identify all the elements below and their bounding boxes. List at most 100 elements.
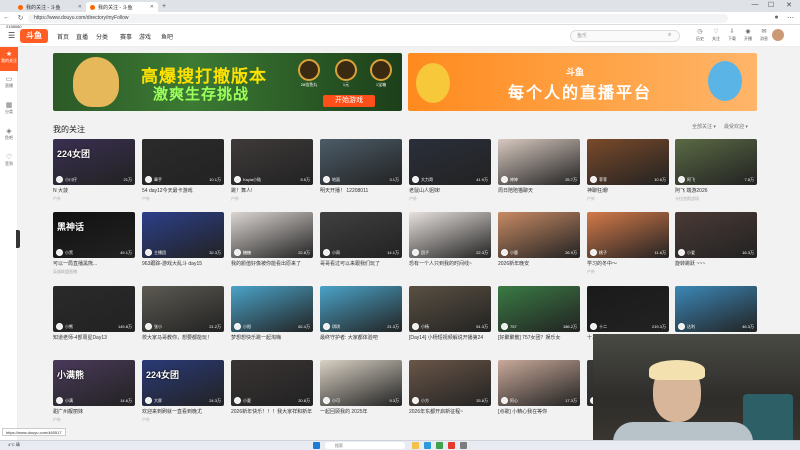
stream-title[interactable]: 旋转跳跃 ~~~ — [675, 260, 757, 267]
stream-category-tag[interactable]: 户外 — [587, 196, 595, 202]
stream-title[interactable]: 校大家马哥教你，想要都能玩！ — [142, 334, 224, 341]
stream-card[interactable]: 757 186.2万 [好聚聚散] 757女团？娱乐女 — [498, 286, 580, 352]
stream-title[interactable]: 恐有一个人只到我的时间线~ — [409, 260, 491, 267]
stream-card[interactable]: 小杨 51.3万 [Day14] 小杨短视频解说开播第24 — [409, 286, 491, 352]
stream-card[interactable]: 小夏 20.8万 2026新年快乐！！！我大家祥和新年 — [231, 360, 313, 426]
nav-category[interactable]: 分类 — [96, 32, 108, 41]
filter-dropdown[interactable]: 全部关注 ▾ — [692, 123, 716, 130]
stream-thumbnail[interactable]: 小雨 14.1万 — [320, 212, 402, 258]
stream-category-tag[interactable]: 户外 — [587, 269, 595, 275]
stream-title[interactable]: 神聊狂潮! — [587, 187, 669, 194]
stream-title[interactable]: 2026新年晚安 — [498, 260, 580, 267]
stream-thumbnail[interactable]: 757 186.2万 — [498, 286, 580, 332]
tab-close-icon[interactable]: ✕ — [150, 4, 154, 10]
stream-thumbnail[interactable]: 小熊 149.8万 — [53, 286, 135, 332]
weather-widget[interactable]: 4°C 晴 — [8, 442, 20, 448]
stream-thumbnail[interactable]: 小方 33.8万 — [409, 360, 491, 406]
start-game-button[interactable]: 开始游戏 — [323, 95, 375, 107]
edge-icon[interactable] — [424, 442, 431, 449]
stream-category-tag[interactable]: 户外 — [142, 417, 150, 423]
stream-title[interactable]: 知道老师-4部周星Day13 — [53, 334, 135, 341]
stream-category-tag[interactable]: 户外 — [142, 196, 150, 202]
new-tab-button[interactable]: + — [162, 3, 166, 10]
stream-title[interactable]: 2026新年快乐！！！我大家祥和新年 — [231, 408, 313, 415]
stream-thumbnail[interactable]: 琪琪 21.3万 — [320, 286, 402, 332]
stream-card[interactable]: 224女团 小川仔 21万 N 大菠 户外 — [53, 139, 135, 205]
stream-title[interactable]: 最终守护者: 大家都体验吧 — [320, 334, 402, 341]
platform-banner[interactable]: 斗鱼 每个人的直播平台 — [408, 53, 757, 111]
douyu-logo[interactable]: 斗鱼 — [20, 29, 48, 43]
stream-title[interactable]: 可以一局直播黑熊... — [53, 260, 135, 267]
stream-card[interactable]: 糖糖 22.8万 我的颜值好像被你能看出原来了 — [231, 212, 313, 278]
sidebar-item-category[interactable]: ▦ 分类 — [0, 101, 18, 115]
start-stream-button[interactable]: ◉ 开播 — [740, 28, 756, 42]
url-field[interactable]: https://www.douyu.com/directory/myFollow — [28, 14, 728, 23]
stream-card[interactable]: 224女团 大胖 24.3万 欢迎来到刷就一直看到晚尤 户外 — [142, 360, 224, 426]
stream-title[interactable]: 学习的冬中～ — [587, 260, 669, 267]
stream-thumbnail[interactable]: 主播团 32.3万 — [142, 212, 224, 258]
sidebar-item-live[interactable]: ▭ 直播 — [0, 75, 18, 89]
stream-card[interactable]: Kayla小陆 5.5万 跳！舞人! 户外 — [231, 139, 313, 205]
stream-card[interactable]: 主播团 32.3万 963跟踪-游戏大乱斗 day15 — [142, 212, 224, 278]
minimize-button[interactable]: — — [748, 1, 762, 8]
stream-card[interactable]: 小满熊 小满 14.6万 甜广州靓丽妹 户外 — [53, 360, 135, 426]
stream-title[interactable]: 周日陪陪猫聊天 — [498, 187, 580, 194]
stream-thumbnail[interactable]: 地面 3.1万 — [320, 139, 402, 185]
close-window-button[interactable]: ✕ — [782, 1, 796, 9]
stream-card[interactable]: 琪琪 21.3万最终守护者: 大家都体验吧 — [320, 286, 402, 352]
stream-category-tag[interactable]: 户外 — [409, 196, 417, 202]
sidebar-item-yuba[interactable]: ◈ 鱼吧 — [0, 127, 18, 141]
stream-category-tag[interactable]: 户外 — [53, 417, 61, 423]
stream-title[interactable]: N 大菠 — [53, 187, 135, 194]
stream-card[interactable]: 小方 33.8万 2026年东都开启新征程~ — [409, 360, 491, 426]
profile-icon[interactable]: ● — [772, 14, 781, 21]
stream-card[interactable]: 婷婷 25.7万周日陪陪猫聊天 — [498, 139, 580, 205]
maximize-button[interactable]: ☐ — [764, 1, 778, 9]
user-avatar[interactable] — [772, 29, 784, 41]
message-button[interactable]: ✉ 消息 — [756, 28, 772, 42]
stream-title[interactable]: 963跟踪-游戏大乱斗 day15 — [142, 260, 224, 267]
stream-card[interactable]: 黑神话 小黑 49.1万 可以一局直播黑熊... 英雄联盟直播 — [53, 212, 135, 278]
sort-dropdown[interactable]: 最受欢迎 ▾ — [724, 123, 748, 130]
stream-thumbnail[interactable]: 小爱 16.3万 — [675, 212, 757, 258]
folder-icon[interactable] — [412, 442, 419, 449]
settings-icon[interactable] — [460, 442, 467, 449]
stream-title[interactable]: 一起回顾我的 2025年 — [320, 408, 402, 415]
wps-icon[interactable] — [448, 442, 455, 449]
stream-card[interactable]: 阿心 17.3万 [点歌] 小精心我在等你 — [498, 360, 580, 426]
stream-title[interactable]: 哥哥看过可以来跟我们玩了 — [320, 260, 402, 267]
stream-thumbnail[interactable]: Kayla小陆 5.5万 — [231, 139, 313, 185]
stream-thumbnail[interactable]: 小杨 51.3万 — [409, 286, 491, 332]
stream-category-tag[interactable]: 英雄联盟直播 — [53, 269, 77, 275]
nav-live[interactable]: 直播 — [76, 32, 88, 41]
stream-thumbnail[interactable]: 章手 10.1万 — [142, 139, 224, 185]
stream-card[interactable]: 桃子 11.6万学习的冬中～ 户外 — [587, 212, 669, 278]
nav-yuba[interactable]: 鱼吧 — [161, 32, 173, 41]
sidebar-item-checkin[interactable]: ♡ 签到 — [0, 153, 18, 167]
stream-thumbnail[interactable]: 小夏 20.8万 — [231, 360, 313, 406]
stream-thumbnail[interactable]: 224女团 大胖 24.3万 — [142, 360, 224, 406]
stream-thumbnail[interactable]: 婷婷 25.7万 — [498, 139, 580, 185]
stream-title[interactable]: 跳！舞人! — [231, 187, 313, 194]
stream-card[interactable]: 团子 22.3万 恐有一个人只到我的时间线~ — [409, 212, 491, 278]
stream-thumbnail[interactable]: 阿心 17.3万 — [498, 360, 580, 406]
search-icon[interactable]: ⌕ — [668, 32, 671, 39]
stream-title[interactable]: 阿飞 端游2026 — [675, 187, 757, 194]
menu-icon[interactable]: ☰ — [8, 31, 15, 40]
stream-title[interactable]: 明天开播！ 12208011 — [320, 187, 402, 194]
stream-card[interactable]: 地面 3.1万明天开播！ 12208011 — [320, 139, 402, 205]
stream-thumbnail[interactable]: 桃子 11.6万 — [587, 212, 669, 258]
stream-title[interactable]: [Day14] 小杨短视频解说开播第24 — [409, 334, 491, 341]
taskbar-search[interactable]: 搜索 — [325, 442, 405, 449]
stream-title[interactable]: 2026年东都开启新征程~ — [409, 408, 491, 415]
stream-thumbnail[interactable]: 小可 9.3万 — [320, 360, 402, 406]
stream-category-tag[interactable]: 卡拉克斯战场 — [675, 196, 699, 202]
stream-card[interactable]: 小鹿 26.9万 2026新年晚安 — [498, 212, 580, 278]
sidebar-collapse-handle[interactable] — [16, 230, 20, 248]
stream-card[interactable]: 菲菲 10.6万 神聊狂潮! 户外 — [587, 139, 669, 205]
follow-button[interactable]: ♡ 关注 — [708, 28, 724, 42]
stream-title[interactable]: 老鼠山人姐妹! — [409, 187, 491, 194]
back-icon[interactable]: ← — [2, 14, 11, 21]
stream-category-tag[interactable]: 户外 — [53, 196, 61, 202]
nav-home[interactable]: 首页 — [57, 32, 69, 41]
